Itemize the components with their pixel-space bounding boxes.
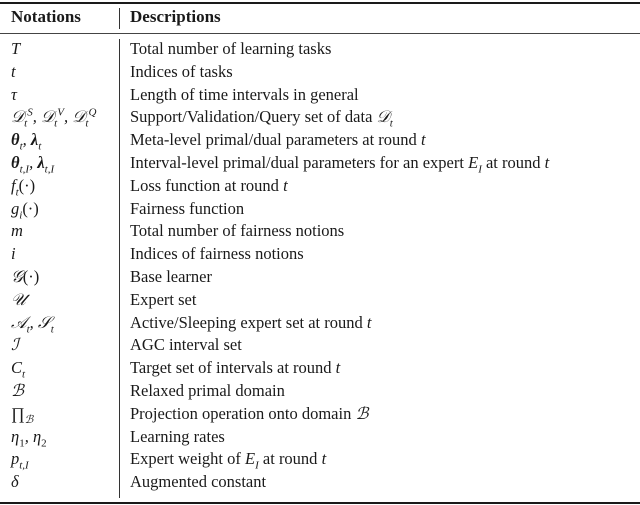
description-cell: Support/Validation/Query set of data 𝒟t [130, 107, 393, 130]
table-row: ∏ℬ Projection operation onto domain ℬ [0, 403, 640, 426]
description-cell: Relaxed primal domain [130, 380, 285, 400]
table-row: 𝒢(·) Base learner [0, 266, 640, 289]
description-cell: Expert weight of EI at round t [130, 449, 327, 472]
notation-cell: θt,I, λt,I [11, 152, 55, 176]
notation-cell: Ct [11, 358, 26, 381]
notation-cell: ℐ [11, 335, 19, 355]
table-row: ft(·) Loss function at round t [0, 175, 640, 198]
table-row: 𝒟tS, 𝒟tV, 𝒟tQ Support/Validation/Query se… [0, 106, 640, 129]
description-cell: Indices of tasks [130, 61, 233, 81]
notation-cell: 𝒰 [11, 289, 26, 309]
description-cell: Fairness function [130, 198, 245, 218]
notation-cell: ∏ℬ [11, 403, 34, 427]
description-cell: Active/Sleeping expert set at round t [130, 312, 372, 332]
notation-table: Notations Descriptions T Total number of … [0, 0, 640, 505]
table-body: T Total number of learning tasks t Indices … [0, 38, 640, 494]
notation-cell: i [11, 244, 16, 264]
table-row: η1, η2 Learning rates [0, 426, 640, 449]
table-row: ℬ Relaxed primal domain [0, 380, 640, 403]
table-row: 𝒰 Expert set [0, 289, 640, 312]
description-cell: Meta-level primal/dual parameters at rou… [130, 130, 426, 150]
description-cell: Augmented constant [130, 472, 267, 492]
bottom-rule [0, 502, 640, 504]
table-header: Notations Descriptions [0, 6, 640, 30]
notation-cell: θt, λt [11, 130, 42, 153]
description-cell: Expert set [130, 289, 197, 309]
table-row: gi(·) Fairness function [0, 198, 640, 221]
description-cell: Loss function at round t [130, 175, 288, 195]
notation-cell: t [11, 61, 16, 81]
table-row: 𝒜t, 𝒮t Active/Sleeping expert set at roun… [0, 312, 640, 335]
table-row: ℐ AGC interval set [0, 334, 640, 357]
header-descriptions: Descriptions [130, 7, 221, 26]
top-rule [0, 2, 640, 4]
table-row: m Total number of fairness notions [0, 220, 640, 243]
table-row: Ct Target set of intervals at round t [0, 357, 640, 380]
description-cell: Total number of fairness notions [130, 221, 345, 241]
table-row: τ Length of time intervals in general [0, 84, 640, 107]
notation-cell: gi(·) [11, 198, 39, 221]
notation-cell: δ [11, 472, 19, 492]
header-rule [0, 33, 640, 34]
notation-cell: pt,I [11, 449, 29, 472]
description-cell: Interval-level primal/dual parameters fo… [130, 152, 550, 176]
table-row: θt, λt Meta-level primal/dual parameters … [0, 129, 640, 152]
description-cell: Indices of fairness notions [130, 244, 304, 264]
description-cell: Base learner [130, 266, 212, 286]
table-row: pt,I Expert weight of EI at round t [0, 448, 640, 471]
notation-cell: 𝒜t, 𝒮t [11, 312, 54, 335]
notation-cell: T [11, 39, 21, 58]
notation-cell: 𝒢(·) [11, 266, 40, 286]
notation-cell: m [11, 221, 23, 241]
notation-cell: ℬ [11, 380, 24, 400]
table-row: i Indices of fairness notions [0, 243, 640, 266]
table-row: T Total number of learning tasks [0, 38, 640, 61]
description-cell: Target set of intervals at round t [130, 358, 341, 378]
table-row: θt,I, λt,I Interval-level primal/dual par… [0, 152, 640, 175]
description-cell: Length of time intervals in general [130, 84, 359, 104]
notation-cell: τ [11, 84, 17, 104]
header-notations: Notations [11, 7, 81, 26]
notation-cell: ft(·) [11, 175, 36, 199]
description-cell: Learning rates [130, 426, 225, 446]
notation-cell: η1, η2 [11, 426, 47, 449]
description-cell: Projection operation onto domain ℬ [130, 403, 369, 423]
description-cell: AGC interval set [130, 335, 242, 355]
notation-cell: 𝒟tS, 𝒟tV, 𝒟tQ [11, 106, 97, 130]
table-row: t Indices of tasks [0, 61, 640, 84]
table-row: δ Augmented constant [0, 471, 640, 494]
header-column-divider [119, 8, 120, 29]
description-cell: Total number of learning tasks [130, 39, 332, 58]
